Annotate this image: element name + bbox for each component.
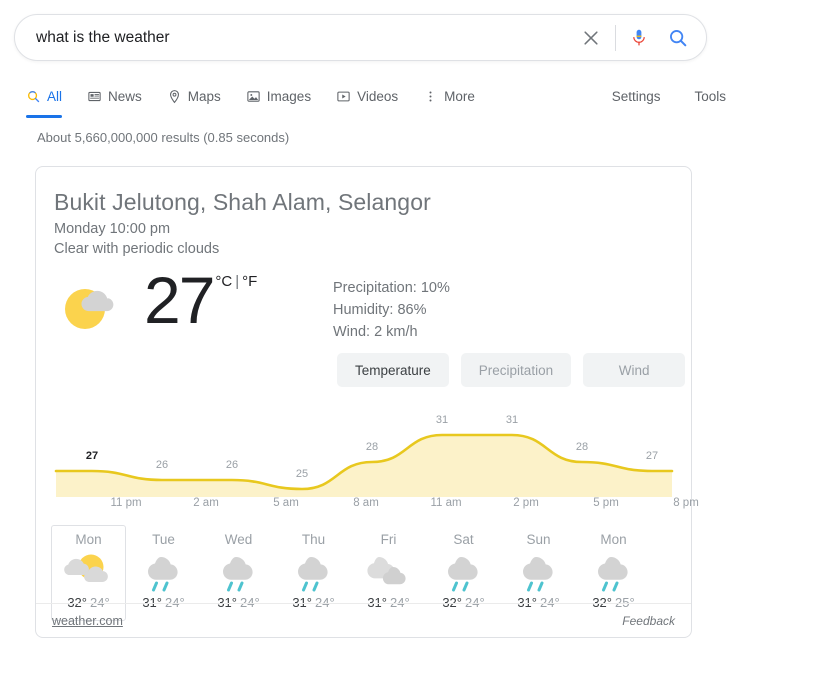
forecast-day-name: Sun (526, 532, 551, 547)
chart-mode-toggles: Temperature Precipitation Wind (337, 353, 686, 387)
weather-datetime: Monday 10:00 pm (54, 221, 171, 237)
result-stats: About 5,660,000,000 results (0.85 second… (37, 130, 290, 145)
chart-time-label: 8 am (353, 497, 379, 509)
video-icon (336, 89, 351, 104)
chart-time-label: 8 pm (673, 497, 699, 509)
humidity-detail: Humidity: 86% (333, 302, 427, 318)
microphone-icon[interactable] (622, 20, 656, 56)
chart-time-label: 5 am (273, 497, 299, 509)
chart-time-axis: 11 pm 2 am 5 am 8 am 11 am 2 pm 5 pm 8 pm (48, 497, 698, 515)
chart-time-label: 5 pm (593, 497, 619, 509)
more-vertical-icon (423, 89, 438, 104)
chart-value-label: 26 (155, 459, 169, 471)
chart-value-label: 27 (645, 450, 659, 462)
forecast-day-name: Tue (152, 532, 175, 547)
image-icon (246, 89, 261, 104)
tab-news[interactable]: News (87, 78, 142, 114)
chart-value-label: 31 (435, 414, 449, 426)
tab-all-label: All (47, 88, 63, 104)
precipitation-detail: Precipitation: 10% (333, 280, 450, 296)
tab-videos-label: Videos (357, 88, 399, 104)
rain-cloud-icon (136, 549, 192, 593)
map-pin-icon (167, 89, 182, 104)
weather-details: Precipitation: 10% Humidity: 86% Wind: 2… (333, 277, 450, 343)
chart-value-label: 26 (225, 459, 239, 471)
nav-right-links: Settings Tools (578, 89, 726, 104)
rain-cloud-icon (586, 549, 642, 593)
forecast-day-name: Sat (453, 532, 474, 547)
tab-videos[interactable]: Videos (336, 78, 398, 114)
forecast-day-name: Mon (600, 532, 627, 547)
temperature-value: 27 (144, 263, 215, 337)
clear-icon[interactable] (573, 20, 609, 56)
chart-value-label: 25 (295, 468, 309, 480)
search-bar[interactable] (14, 14, 707, 61)
sun-behind-cloud-icon (61, 549, 117, 593)
tab-all[interactable]: All (26, 78, 63, 118)
weather-card: Bukit Jelutong, Shah Alam, Selangor Mond… (35, 166, 699, 638)
unit-celsius[interactable]: °C (215, 273, 232, 290)
tab-more[interactable]: More (423, 78, 475, 114)
forecast-day-name: Thu (301, 532, 326, 547)
chart-time-label: 11 am (430, 497, 462, 509)
unit-fahrenheit[interactable]: °F (242, 273, 257, 290)
search-nav: All News Maps Images Videos More Setting… (26, 78, 726, 118)
current-temperature-block: 27 °C | °F (54, 267, 257, 345)
chart-value-label: 28 (575, 441, 589, 453)
unit-separator: | (235, 273, 240, 290)
forecast-day-name: Mon (75, 532, 102, 547)
rain-cloud-icon (211, 549, 267, 593)
tab-images[interactable]: Images (246, 78, 311, 114)
rain-cloud-icon (511, 549, 567, 593)
tab-maps-label: Maps (187, 88, 221, 104)
forecast-day-name: Wed (224, 532, 253, 547)
news-icon (87, 89, 102, 104)
toggle-wind[interactable]: Wind (583, 353, 686, 387)
chart-value-label: 28 (365, 441, 379, 453)
search-bar-container (14, 14, 707, 61)
temperature-units: °C | °F (215, 273, 257, 290)
weather-condition: Clear with periodic clouds (54, 241, 220, 257)
tab-news-label: News (108, 88, 142, 104)
chart-time-label: 11 pm (110, 497, 142, 509)
toggle-precipitation[interactable]: Precipitation (460, 353, 572, 387)
forecast-day-name: Fri (380, 532, 397, 547)
search-icon (26, 89, 41, 104)
tab-images-label: Images (266, 88, 312, 104)
settings-link[interactable]: Settings (612, 89, 661, 104)
chart-value-label: 27 (85, 450, 99, 462)
feedback-link[interactable]: Feedback (622, 614, 675, 628)
search-submit-icon[interactable] (656, 20, 700, 56)
wind-detail: Wind: 2 km/h (333, 324, 418, 340)
google-search-results-page: All News (0, 0, 829, 678)
weather-source-link[interactable]: weather.com (52, 614, 123, 628)
weather-card-footer: weather.com Feedback (36, 603, 691, 637)
tab-maps[interactable]: Maps (167, 78, 221, 114)
tools-link[interactable]: Tools (694, 89, 726, 104)
rain-cloud-icon (436, 549, 492, 593)
hourly-temperature-chart[interactable]: 27 26 26 25 28 31 31 28 27 (48, 405, 680, 497)
chart-time-label: 2 am (193, 497, 219, 509)
search-divider (615, 24, 616, 51)
cloudy-icon (361, 549, 417, 593)
chart-time-label: 2 pm (513, 497, 539, 509)
rain-cloud-icon (286, 549, 342, 593)
chart-value-label: 31 (505, 414, 519, 426)
sun-behind-cloud-icon (54, 277, 136, 345)
search-input[interactable] (15, 28, 573, 47)
weather-location: Bukit Jelutong, Shah Alam, Selangor (54, 189, 431, 215)
tab-active-underline (26, 115, 63, 118)
tab-more-label: More (444, 88, 475, 104)
toggle-temperature[interactable]: Temperature (337, 353, 449, 387)
